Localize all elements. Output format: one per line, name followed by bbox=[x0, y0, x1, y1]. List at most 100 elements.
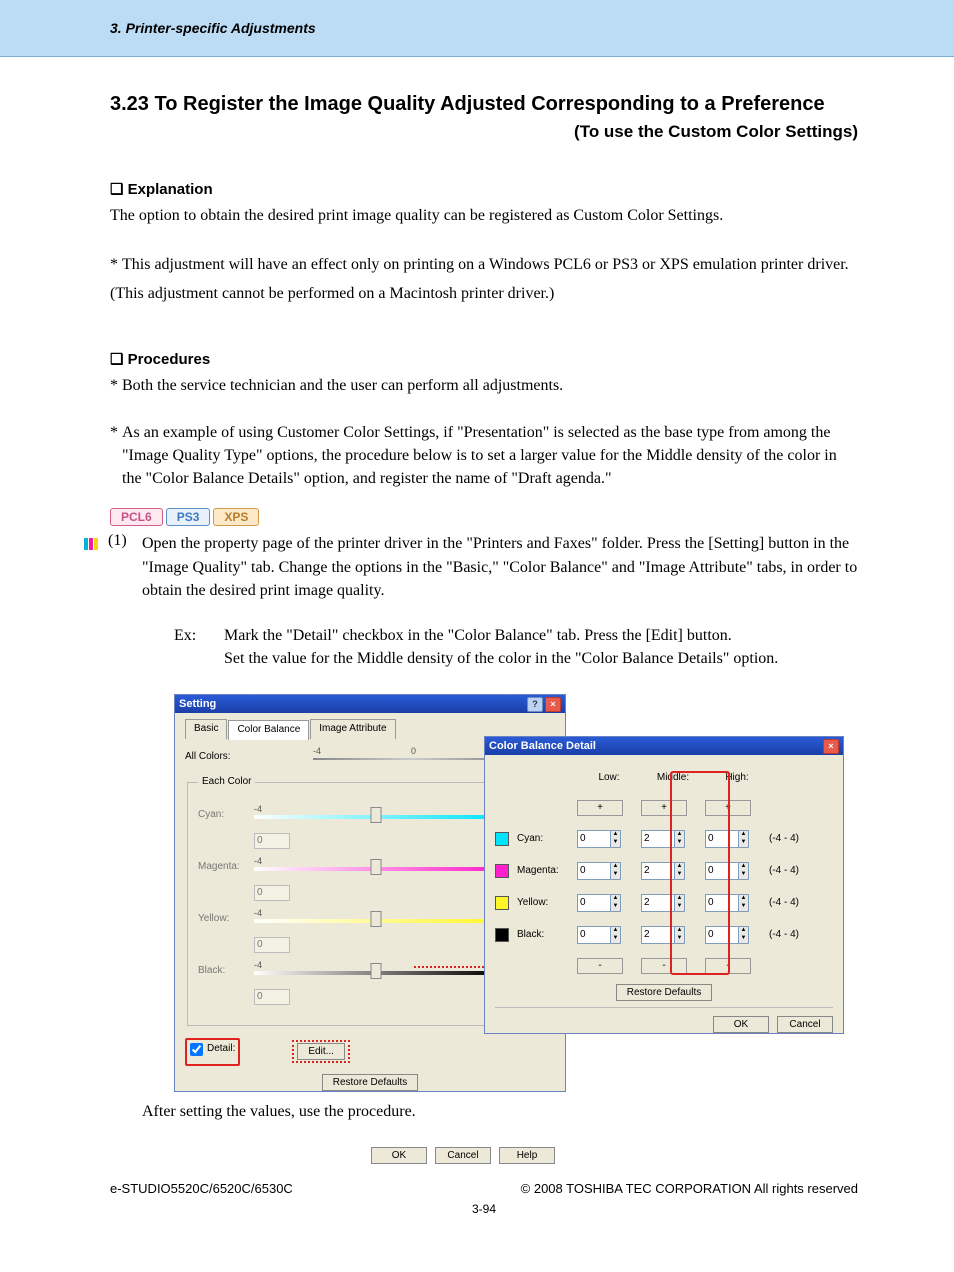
section-subtitle: (To use the Custom Color Settings) bbox=[110, 122, 858, 142]
asterisk-icon: * bbox=[110, 374, 118, 397]
black-swatch-icon bbox=[495, 928, 509, 942]
detail-highlight: Detail: bbox=[185, 1038, 240, 1065]
each-color-legend: Each Color bbox=[198, 775, 255, 790]
step-text: Open the property page of the printer dr… bbox=[142, 535, 857, 598]
page-footer: e-STUDIO5520C/6520C/6530C © 2008 TOSHIBA… bbox=[110, 1181, 858, 1216]
page-header-band: 3. Printer-specific Adjustments bbox=[0, 0, 954, 57]
setting-dialog-titlebar: Setting ? × bbox=[175, 695, 565, 713]
cyan-low-spinner[interactable]: ▲▼ bbox=[577, 830, 621, 848]
close-icon[interactable]: × bbox=[823, 739, 839, 754]
cyan-detail-label: Cyan: bbox=[517, 832, 577, 847]
detail-checkbox-input[interactable] bbox=[190, 1043, 203, 1056]
low-col-label: Low: bbox=[577, 771, 641, 786]
magenta-slider[interactable]: -44 bbox=[254, 855, 498, 879]
restore-defaults-button[interactable]: Restore Defaults bbox=[322, 1074, 418, 1091]
cancel-button[interactable]: Cancel bbox=[435, 1147, 491, 1164]
tab-image-attribute[interactable]: Image Attribute bbox=[310, 719, 395, 739]
magenta-middle-spinner[interactable]: ▲▼ bbox=[641, 862, 685, 880]
ok-button[interactable]: OK bbox=[371, 1147, 427, 1164]
high-plus-button[interactable]: + bbox=[705, 800, 751, 816]
detail-label: Detail: bbox=[207, 1042, 235, 1057]
tab-basic[interactable]: Basic bbox=[185, 719, 227, 739]
detail-cancel-button[interactable]: Cancel bbox=[777, 1016, 833, 1033]
driver-tag-ps3: PS3 bbox=[166, 508, 211, 526]
chapter-label: 3. Printer-specific Adjustments bbox=[110, 20, 316, 36]
detail-checkbox[interactable]: Detail: bbox=[190, 1042, 235, 1057]
yellow-value: 0 bbox=[254, 937, 290, 953]
yellow-detail-label: Yellow: bbox=[517, 896, 577, 911]
yellow-range: (-4 - 4) bbox=[769, 896, 805, 911]
all-colors-label: All Colors: bbox=[185, 750, 243, 765]
black-range: (-4 - 4) bbox=[769, 928, 805, 943]
high-minus-button[interactable]: - bbox=[705, 958, 751, 974]
procedures-p1: Both the service technician and the user… bbox=[122, 374, 563, 397]
black-middle-spinner[interactable]: ▲▼ bbox=[641, 926, 685, 944]
step-number: (1) bbox=[108, 532, 136, 1129]
black-low-spinner[interactable]: ▲▼ bbox=[577, 926, 621, 944]
driver-tag-xps: XPS bbox=[213, 508, 259, 526]
cyan-high-spinner[interactable]: ▲▼ bbox=[705, 830, 749, 848]
explanation-body-3: (This adjustment cannot be performed on … bbox=[110, 282, 858, 305]
section-title: 3.23 To Register the Image Quality Adjus… bbox=[110, 93, 858, 116]
example-label: Ex: bbox=[174, 624, 204, 670]
low-plus-button[interactable]: + bbox=[577, 800, 623, 816]
cyan-swatch-icon bbox=[495, 832, 509, 846]
detail-ok-button[interactable]: OK bbox=[713, 1016, 769, 1033]
magenta-low-spinner[interactable]: ▲▼ bbox=[577, 862, 621, 880]
color-balance-detail-dialog: Color Balance Detail × Low: Middle: High… bbox=[484, 736, 844, 1034]
section-title-text: To Register the Image Quality Adjusted C… bbox=[155, 93, 825, 115]
middle-minus-button[interactable]: - bbox=[641, 958, 687, 974]
edit-highlight: Edit... bbox=[292, 1040, 350, 1063]
magenta-detail-label: Magenta: bbox=[517, 864, 577, 879]
low-minus-button[interactable]: - bbox=[577, 958, 623, 974]
asterisk-icon: * bbox=[110, 253, 118, 276]
yellow-swatch-icon bbox=[495, 896, 509, 910]
magenta-range: (-4 - 4) bbox=[769, 864, 805, 879]
yellow-low-spinner[interactable]: ▲▼ bbox=[577, 894, 621, 912]
all-colors-slider[interactable]: -404 bbox=[313, 745, 511, 769]
black-value: 0 bbox=[254, 989, 290, 1005]
black-label: Black: bbox=[198, 964, 248, 979]
yellow-label: Yellow: bbox=[198, 912, 248, 927]
bullet-square-icon: ❏ bbox=[110, 181, 128, 198]
setting-dialog-title: Setting bbox=[179, 695, 216, 713]
footer-model: e-STUDIO5520C/6520C/6530C bbox=[110, 1181, 293, 1196]
example-line-2: Set the value for the Middle density of … bbox=[224, 647, 778, 670]
black-detail-label: Black: bbox=[517, 928, 577, 943]
asterisk-icon: * bbox=[110, 421, 118, 491]
detail-dialog-titlebar: Color Balance Detail × bbox=[485, 737, 843, 755]
cyan-slider[interactable]: -44 bbox=[254, 803, 498, 827]
explanation-body-1: The option to obtain the desired print i… bbox=[110, 204, 858, 227]
cyan-label: Cyan: bbox=[198, 808, 248, 823]
cyan-range: (-4 - 4) bbox=[769, 832, 805, 847]
footer-page-number: 3-94 bbox=[110, 1202, 858, 1216]
help-icon[interactable]: ? bbox=[527, 697, 543, 712]
detail-dialog-title: Color Balance Detail bbox=[489, 737, 596, 755]
procedures-heading: ❏ Procedures bbox=[110, 350, 858, 368]
procedures-p2: As an example of using Customer Color Se… bbox=[122, 421, 858, 491]
explanation-heading: ❏ Explanation bbox=[110, 180, 858, 198]
cyan-middle-spinner[interactable]: ▲▼ bbox=[641, 830, 685, 848]
bullet-square-icon: ❏ bbox=[110, 351, 128, 368]
explanation-body-2: This adjustment will have an effect only… bbox=[122, 253, 849, 276]
help-button[interactable]: Help bbox=[499, 1147, 555, 1164]
edit-button[interactable]: Edit... bbox=[297, 1043, 345, 1060]
close-icon[interactable]: × bbox=[545, 697, 561, 712]
footer-copyright: © 2008 TOSHIBA TEC CORPORATION All right… bbox=[521, 1181, 858, 1196]
high-col-label: High: bbox=[705, 771, 769, 786]
magenta-label: Magenta: bbox=[198, 860, 248, 875]
cyan-value: 0 bbox=[254, 833, 290, 849]
black-high-spinner[interactable]: ▲▼ bbox=[705, 926, 749, 944]
yellow-middle-spinner[interactable]: ▲▼ bbox=[641, 894, 685, 912]
tab-color-balance[interactable]: Color Balance bbox=[228, 720, 309, 740]
magenta-value: 0 bbox=[254, 885, 290, 901]
yellow-slider[interactable]: -44 bbox=[254, 907, 498, 931]
detail-restore-defaults-button[interactable]: Restore Defaults bbox=[616, 984, 712, 1001]
middle-plus-button[interactable]: + bbox=[641, 800, 687, 816]
middle-col-label: Middle: bbox=[641, 771, 705, 786]
black-slider[interactable]: -44 bbox=[254, 959, 498, 983]
magenta-high-spinner[interactable]: ▲▼ bbox=[705, 862, 749, 880]
section-number: 3.23 bbox=[110, 93, 149, 115]
example-line-1: Mark the "Detail" checkbox in the "Color… bbox=[224, 624, 778, 647]
yellow-high-spinner[interactable]: ▲▼ bbox=[705, 894, 749, 912]
